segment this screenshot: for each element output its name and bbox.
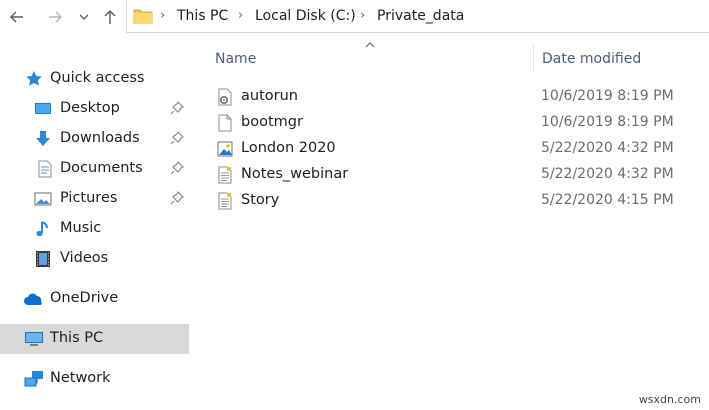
- file-date: 10/6/2019 8:19 PM: [541, 88, 674, 104]
- sidebar-item-quick-access[interactable]: Quick access: [0, 64, 189, 94]
- file-row-autorun[interactable]: autorun 10/6/2019 8:19 PM: [210, 84, 709, 110]
- file-row-story[interactable]: Story 5/22/2020 4:15 PM: [210, 188, 709, 214]
- sidebar-item-documents[interactable]: Documents: [0, 154, 189, 184]
- file-name: autorun: [241, 88, 298, 104]
- breadcrumb-item-local-disk[interactable]: Local Disk (C:): [255, 8, 356, 24]
- document-icon: [38, 160, 52, 178]
- blank-file-icon: [218, 114, 232, 132]
- back-button[interactable]: [4, 4, 30, 30]
- sidebar-item-network[interactable]: Network: [0, 364, 189, 394]
- cloud-icon: [24, 293, 42, 305]
- pin-icon[interactable]: [170, 191, 184, 205]
- address-bar[interactable]: › This PC › Local Disk (C:) › Private_da…: [126, 0, 709, 33]
- sidebar-item-this-pc[interactable]: This PC: [0, 324, 189, 354]
- file-date: 5/22/2020 4:32 PM: [541, 166, 674, 182]
- computer-icon: [25, 332, 43, 346]
- sidebar-item-label: Pictures: [60, 190, 118, 206]
- pin-icon[interactable]: [170, 101, 184, 115]
- sidebar-item-music[interactable]: Music: [0, 214, 189, 244]
- file-date: 10/6/2019 8:19 PM: [541, 114, 674, 130]
- sidebar-item-pictures[interactable]: Pictures: [0, 184, 189, 214]
- file-name: bootmgr: [241, 114, 303, 130]
- forward-arrow-icon: [49, 11, 62, 23]
- back-arrow-icon: [10, 11, 23, 23]
- file-name: Notes_webinar: [241, 166, 349, 182]
- breadcrumb-chevron[interactable]: ›: [160, 8, 165, 23]
- sidebar-item-downloads[interactable]: Downloads: [0, 124, 189, 154]
- file-name: London 2020: [241, 140, 336, 156]
- file-row-bootmgr[interactable]: bootmgr 10/6/2019 8:19 PM: [210, 110, 709, 136]
- text-file-icon: [218, 166, 232, 184]
- sidebar-item-label: Documents: [60, 160, 143, 176]
- breadcrumb-item-this-pc[interactable]: This PC: [177, 8, 228, 24]
- breadcrumb-chevron[interactable]: ›: [360, 8, 365, 23]
- sidebar-item-label: Videos: [60, 250, 109, 266]
- file-row-london-2020[interactable]: London 2020 5/22/2020 4:32 PM: [210, 136, 709, 162]
- column-header-date-modified[interactable]: Date modified: [534, 44, 709, 74]
- file-row-notes-webinar[interactable]: Notes_webinar 5/22/2020 4:32 PM: [210, 162, 709, 188]
- music-note-icon: [36, 221, 48, 237]
- file-name: Story: [241, 192, 280, 208]
- sidebar-item-label: Desktop: [60, 100, 120, 116]
- breadcrumb-item-private-data[interactable]: Private_data: [377, 8, 464, 24]
- download-arrow-icon: [36, 131, 50, 146]
- up-button[interactable]: [98, 4, 122, 30]
- up-arrow-icon: [104, 10, 116, 24]
- film-strip-icon: [36, 251, 50, 267]
- pin-icon[interactable]: [170, 131, 184, 145]
- sidebar-item-label: This PC: [50, 330, 104, 346]
- watermark: wsxdn.com: [638, 393, 701, 406]
- file-date: 5/22/2020 4:32 PM: [541, 140, 674, 156]
- sidebar-item-onedrive[interactable]: OneDrive: [0, 284, 189, 314]
- sidebar-item-label: Music: [60, 220, 102, 236]
- forward-button[interactable]: [42, 4, 68, 30]
- file-date: 5/22/2020 4:15 PM: [541, 192, 674, 208]
- folder-icon: [133, 9, 153, 24]
- sidebar-item-videos[interactable]: Videos: [0, 244, 189, 274]
- sidebar-item-label: Network: [50, 370, 111, 386]
- column-header-label: Date modified: [542, 51, 642, 67]
- breadcrumb-chevron[interactable]: ›: [238, 8, 243, 23]
- chevron-down-icon: [79, 14, 89, 20]
- picture-icon: [34, 192, 52, 206]
- image-file-icon: [217, 141, 233, 157]
- text-file-icon: [218, 192, 232, 210]
- desktop-icon: [35, 103, 51, 114]
- sidebar-item-label: Quick access: [50, 70, 145, 86]
- star-icon: [26, 71, 42, 86]
- column-header-label: Name: [215, 51, 257, 67]
- pin-icon[interactable]: [170, 161, 184, 175]
- sidebar-item-label: Downloads: [60, 130, 140, 146]
- settings-file-icon: [218, 88, 232, 106]
- recent-locations-button[interactable]: [76, 4, 92, 30]
- sort-ascending-icon: [365, 42, 375, 48]
- network-icon: [24, 371, 43, 387]
- sidebar-item-desktop[interactable]: Desktop: [0, 94, 189, 124]
- sidebar-item-label: OneDrive: [50, 290, 119, 306]
